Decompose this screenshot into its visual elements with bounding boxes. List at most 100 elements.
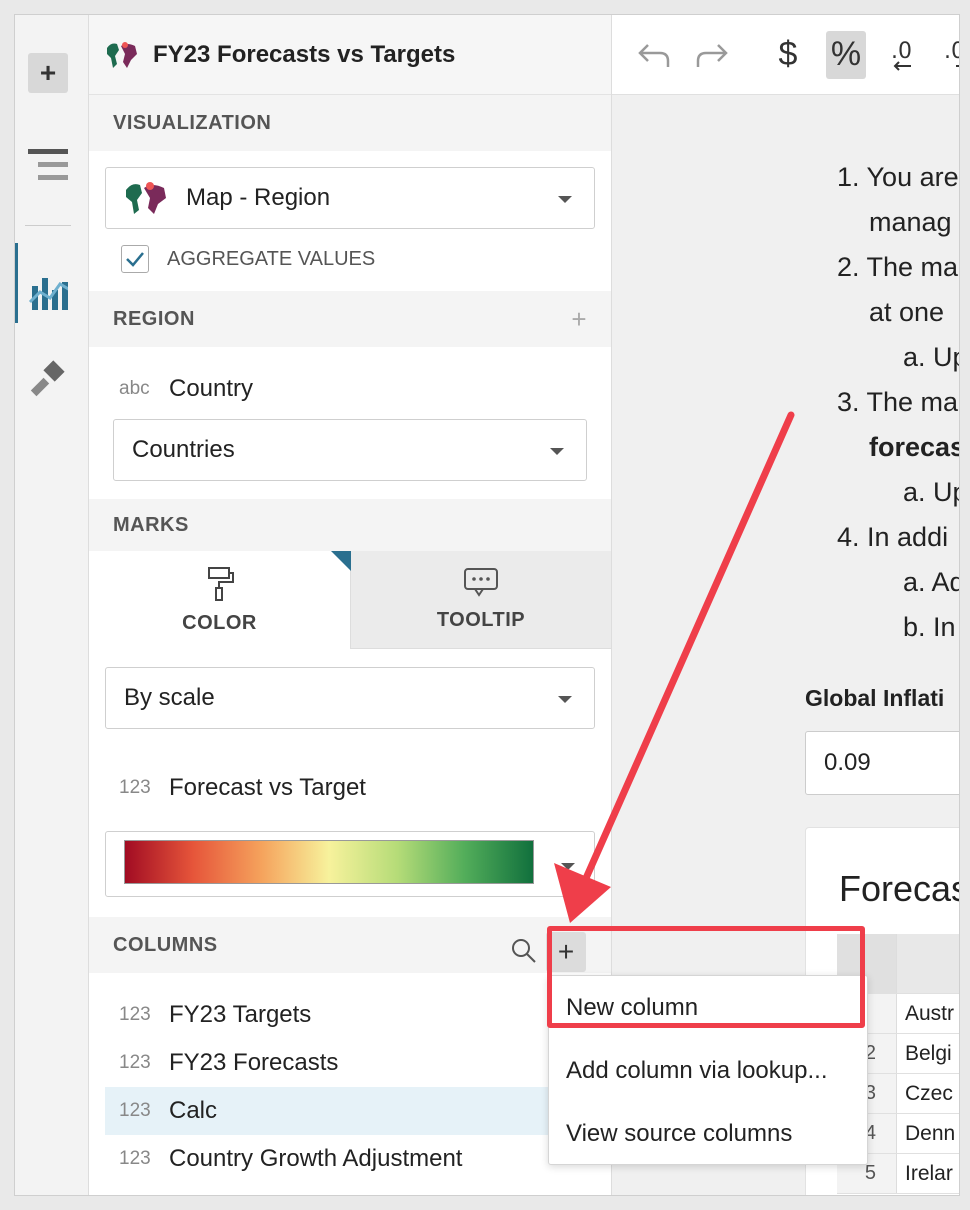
active-indicator: [15, 243, 18, 323]
speech-bubble-icon: [464, 568, 498, 597]
chevron-down-icon: [558, 196, 572, 203]
list-item: forecas: [869, 432, 960, 462]
map-icon: [107, 41, 137, 68]
plus-icon: +: [28, 53, 68, 93]
region-type-select[interactable]: Countries: [113, 419, 587, 481]
field-type-label: 123: [119, 1052, 151, 1073]
chevron-down-icon: [550, 448, 564, 455]
map-icon: [126, 182, 166, 214]
color-gradient-swatch: [124, 840, 534, 884]
inflation-input[interactable]: 0.09: [805, 731, 959, 795]
list-item: manag: [869, 207, 952, 237]
visualization-button[interactable]: [28, 270, 68, 310]
checkbox[interactable]: [121, 245, 149, 273]
svg-text:.00: .00: [944, 39, 960, 64]
menu-item-add-via-lookup[interactable]: Add column via lookup...: [549, 1039, 867, 1102]
list-item: 3. The ma: [837, 387, 959, 417]
columns-label: COLUMNS: [113, 933, 218, 956]
tab-tooltip[interactable]: TOOLTIP: [331, 551, 611, 649]
paint-roller-icon: [207, 566, 234, 601]
menu-item-view-source-columns[interactable]: View source columns: [549, 1102, 867, 1165]
column-item[interactable]: 123 Country Growth Adjustment: [89, 1135, 611, 1183]
tab-color[interactable]: COLOR: [89, 551, 350, 649]
aggregate-values-label: AGGREGATE VALUES: [167, 247, 376, 270]
color-mode-select[interactable]: By scale: [105, 667, 595, 729]
decrease-decimal-icon[interactable]: .0: [884, 31, 924, 79]
region-section-header: REGION +: [89, 291, 611, 347]
marks-tabs: COLOR TOOLTIP: [89, 551, 611, 649]
list-item: at one: [869, 297, 945, 327]
add-column-menu: New column Add column via lookup... View…: [548, 975, 868, 1165]
visualization-type-select[interactable]: Map - Region: [105, 167, 595, 229]
marks-label: MARKS: [113, 513, 189, 536]
layers-icon: [28, 149, 68, 180]
columns-section-header: COLUMNS: [89, 917, 611, 973]
column-name: FY23 Targets: [169, 1001, 312, 1028]
check-icon: [126, 252, 144, 267]
add-column-button[interactable]: +: [546, 932, 586, 972]
table-cell[interactable]: Belgi: [897, 1034, 959, 1073]
table-cell[interactable]: Irelar: [897, 1154, 959, 1193]
inflation-label: Global Inflati: [805, 685, 945, 711]
color-field[interactable]: 123 Forecast vs Target: [89, 729, 611, 809]
svg-text:.0: .0: [891, 39, 912, 64]
table-cell[interactable]: Denn: [897, 1114, 959, 1153]
currency-format-icon[interactable]: $: [768, 31, 808, 79]
increase-decimal-icon[interactable]: .00: [942, 31, 960, 79]
left-rail: +: [15, 15, 89, 1195]
add-element-button[interactable]: +: [28, 53, 68, 93]
color-scale-picker[interactable]: [89, 809, 611, 897]
region-field[interactable]: abc Country: [89, 347, 611, 409]
list-item: 4. In addi: [837, 522, 949, 552]
panel-header: FY23 Forecasts vs Targets: [89, 15, 611, 95]
search-icon[interactable]: [511, 938, 537, 964]
instructions-list: 1. You are manag 2. The ma at one a. Up …: [837, 155, 960, 650]
list-item: a. Up: [903, 477, 959, 507]
list-item: a. Up: [903, 342, 959, 372]
percent-format-icon[interactable]: %: [826, 30, 866, 79]
redo-icon[interactable]: [692, 31, 732, 79]
column-header[interactable]: [897, 934, 959, 993]
region-field-name: Country: [169, 375, 254, 402]
visualization-label: VISUALIZATION: [113, 111, 272, 134]
tab-tooltip-label: TOOLTIP: [436, 609, 526, 631]
field-type-label: abc: [119, 378, 150, 399]
column-name: FY23 Forecasts: [169, 1049, 339, 1076]
column-name: Calc: [169, 1097, 218, 1124]
column-item[interactable]: 123 FY23 Forecasts: [89, 1039, 611, 1087]
app-window: + FY23 Forecasts vs Targets VISUALIZATIO…: [14, 14, 960, 1196]
visualization-type-value: Map - Region: [186, 184, 331, 211]
panel-title: FY23 Forecasts vs Targets: [153, 40, 456, 68]
region-type-value: Countries: [132, 436, 235, 463]
table-cell[interactable]: Austr: [897, 994, 959, 1033]
menu-item-new-column[interactable]: New column: [549, 976, 867, 1039]
add-region-button[interactable]: +: [571, 304, 587, 335]
column-name: Country Growth Adjustment: [169, 1145, 463, 1172]
field-type-label: 123: [119, 1100, 151, 1121]
region-label: REGION: [113, 307, 195, 330]
field-type-label: 123: [119, 777, 151, 798]
chart-icon: [28, 278, 68, 310]
column-item[interactable]: 123 FY23 Targets: [89, 991, 611, 1039]
aggregate-values-toggle[interactable]: AGGREGATE VALUES: [89, 237, 611, 281]
format-button[interactable]: [28, 360, 68, 400]
field-type-label: 123: [119, 1148, 151, 1169]
marks-section-header: MARKS: [89, 499, 611, 551]
color-mode-value: By scale: [124, 684, 215, 711]
tab-color-label: COLOR: [182, 611, 257, 634]
undo-icon[interactable]: [634, 31, 674, 79]
chevron-down-icon: [561, 863, 575, 870]
rail-divider: [25, 225, 71, 226]
table-cell[interactable]: Czec: [897, 1074, 959, 1113]
visualization-section-header: VISUALIZATION: [89, 95, 611, 151]
properties-panel: FY23 Forecasts vs Targets VISUALIZATION …: [89, 15, 612, 1195]
active-corner-marker: [331, 551, 351, 571]
format-toolbar: $ % .0 .00: [612, 15, 959, 95]
color-field-name: Forecast vs Target: [169, 774, 366, 801]
list-item: b. In: [903, 612, 956, 642]
layers-button[interactable]: [28, 145, 68, 185]
chevron-down-icon: [558, 696, 572, 703]
table-title: Forecas: [839, 868, 960, 909]
column-item-selected[interactable]: 123 Calc: [105, 1087, 595, 1135]
field-type-label: 123: [119, 1004, 151, 1025]
